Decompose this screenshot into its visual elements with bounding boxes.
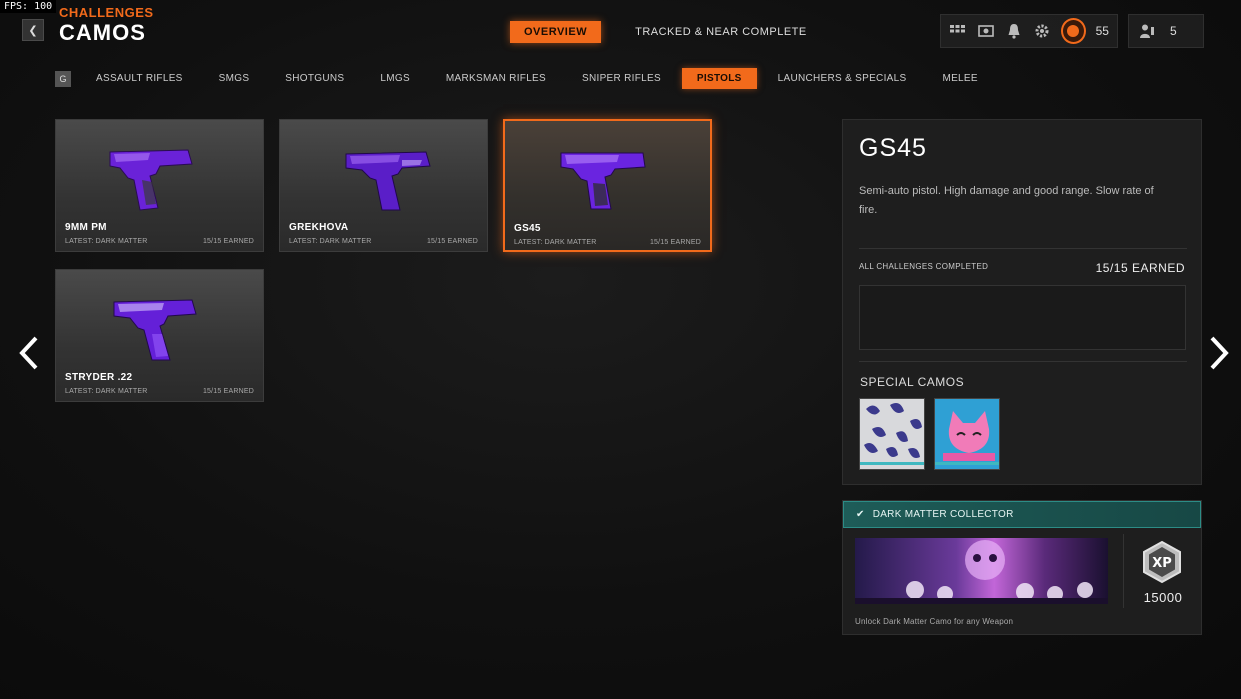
chevron-left-icon: ❮ <box>28 24 38 37</box>
weapon-card-gs45[interactable]: GS45 LATEST: DARK MATTER 15/15 EARNED <box>503 119 712 252</box>
store-icon[interactable] <box>977 22 995 41</box>
party-panel[interactable]: 5 <box>1128 14 1204 48</box>
weapon-latest-camo: LATEST: DARK MATTER <box>65 238 148 245</box>
weapon-detail-name: GS45 <box>859 134 927 162</box>
pistol-camo-image <box>113 299 197 361</box>
chevron-left-icon <box>19 336 38 370</box>
player-level: 55 <box>1095 24 1109 38</box>
fps-counter: FPS: 100 <box>0 0 57 13</box>
svg-text:XP: XP <box>1152 556 1172 571</box>
pistol-camo-image <box>560 152 646 210</box>
tab-marksman-rifles[interactable]: MARKSMAN RIFLES <box>431 68 561 89</box>
weapon-latest-camo: LATEST: DARK MATTER <box>65 388 148 395</box>
pistol-camo-image <box>345 151 431 211</box>
page-title: CAMOS <box>59 20 146 45</box>
back-button[interactable]: ❮ <box>22 19 44 41</box>
challenge-list-box <box>859 285 1186 350</box>
weapon-name: GREKHOVA <box>289 222 349 233</box>
tab-sniper-rifles[interactable]: SNIPER RIFLES <box>567 68 676 89</box>
camo-progress-bar <box>935 462 999 465</box>
next-weapon-arrow[interactable] <box>1204 333 1234 373</box>
weapon-earned: 15/15 EARNED <box>202 238 254 245</box>
key-hint-g: G <box>55 70 71 87</box>
breadcrumb: CHALLENGES <box>59 5 154 20</box>
tab-launchers-specials[interactable]: LAUNCHERS & SPECIALS <box>763 68 922 89</box>
weapon-latest-camo: LATEST: DARK MATTER <box>289 238 372 245</box>
tab-tracked-near-complete[interactable]: TRACKED & NEAR COMPLETE <box>621 21 821 43</box>
weapon-name: STRYDER .22 <box>65 372 133 383</box>
weapon-card-stryder-22[interactable]: STRYDER .22 LATEST: DARK MATTER 15/15 EA… <box>55 269 264 402</box>
tab-overview[interactable]: OVERVIEW <box>510 21 602 43</box>
xp-value: 15000 <box>1143 590 1183 605</box>
top-tabs: OVERVIEW TRACKED & NEAR COMPLETE <box>510 21 821 43</box>
weapon-category-tabs: G ASSAULT RIFLES SMGS SHOTGUNS LMGS MARK… <box>55 68 999 89</box>
tab-lmgs[interactable]: LMGS <box>365 68 425 89</box>
rank-emblem-icon[interactable] <box>1060 18 1086 44</box>
tab-pistols[interactable]: PISTOLS <box>681 68 757 89</box>
weapon-description: Semi-auto pistol. High damage and good r… <box>859 185 1154 216</box>
weapon-name: 9MM PM <box>65 222 107 233</box>
checkmark-icon: ✔ <box>856 509 865 520</box>
special-camos-heading: SPECIAL CAMOS <box>860 375 965 389</box>
hud-toolbar: 55 <box>940 14 1118 48</box>
previous-weapon-arrow[interactable] <box>14 333 44 373</box>
challenges-status: ALL CHALLENGES COMPLETED <box>859 262 989 271</box>
party-members-icon <box>1137 22 1156 41</box>
weapon-details-panel: GS45 Semi-auto pistol. High damage and g… <box>842 119 1202 485</box>
reward-title: DARK MATTER COLLECTOR <box>872 509 1014 520</box>
weapon-earned: 15/15 EARNED <box>649 239 701 246</box>
special-camo-cat[interactable] <box>934 398 1000 470</box>
weapon-earned: 15/15 EARNED <box>202 388 254 395</box>
party-count: 5 <box>1170 24 1177 38</box>
weapon-earned: 15/15 EARNED <box>426 238 478 245</box>
camo-progress-bar <box>860 462 924 465</box>
challenges-earned: 15/15 EARNED <box>1095 261 1185 275</box>
chevron-right-icon <box>1210 336 1229 370</box>
weapon-card-grekhova[interactable]: GREKHOVA LATEST: DARK MATTER 15/15 EARNE… <box>279 119 488 252</box>
divider <box>859 361 1187 362</box>
weapon-card-9mm-pm[interactable]: 9MM PM LATEST: DARK MATTER 15/15 EARNED <box>55 119 264 252</box>
tab-assault-rifles[interactable]: ASSAULT RIFLES <box>81 68 198 89</box>
weapon-latest-camo: LATEST: DARK MATTER <box>514 239 597 246</box>
tab-melee[interactable]: MELEE <box>927 68 992 89</box>
dark-matter-collector-image <box>855 538 1108 604</box>
pistol-camo-image <box>109 149 193 211</box>
bell-icon[interactable] <box>1005 22 1023 41</box>
special-camo-ivy[interactable] <box>859 398 925 470</box>
cartoon-cat-icon <box>935 399 999 469</box>
grid-menu-icon[interactable] <box>949 22 967 41</box>
reward-panel: ✔ DARK MATTER COLLECTOR XP 15000 Unlock … <box>842 500 1202 635</box>
xp-reward-box: XP 15000 <box>1123 534 1201 608</box>
divider <box>859 248 1187 249</box>
tab-shotguns[interactable]: SHOTGUNS <box>270 68 359 89</box>
weapon-name: GS45 <box>514 223 541 234</box>
tab-smgs[interactable]: SMGS <box>204 68 265 89</box>
gear-icon[interactable] <box>1033 22 1051 41</box>
reward-header: ✔ DARK MATTER COLLECTOR <box>843 501 1201 528</box>
reward-description: Unlock Dark Matter Camo for any Weapon <box>855 617 1014 626</box>
xp-hexagon-icon: XP <box>1143 540 1181 584</box>
ivy-leaf-pattern-icon <box>864 403 922 458</box>
